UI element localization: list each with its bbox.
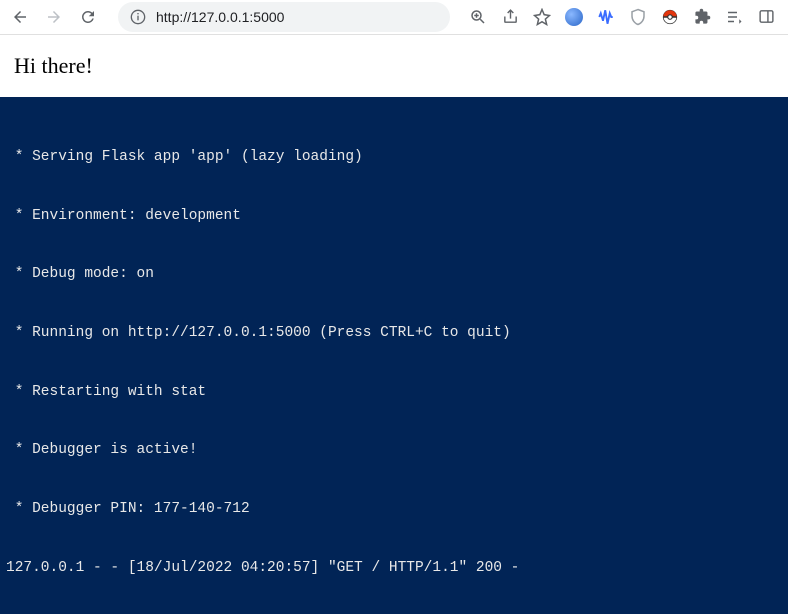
- terminal-line: * Running on http://127.0.0.1:5000 (Pres…: [6, 324, 782, 344]
- terminal-line: * Environment: development: [6, 207, 782, 227]
- extensions-puzzle-icon[interactable]: [692, 7, 712, 27]
- page-viewport: Hi there!: [0, 35, 788, 97]
- share-icon[interactable]: [500, 7, 520, 27]
- arrow-right-icon: [45, 8, 63, 26]
- reading-list-icon[interactable]: [724, 7, 744, 27]
- bookmark-star-icon[interactable]: [532, 7, 552, 27]
- terminal-line: * Debugger is active!: [6, 441, 782, 461]
- terminal-line: * Restarting with stat: [6, 383, 782, 403]
- extension-shield-icon[interactable]: [628, 7, 648, 27]
- extension-blue-circle-icon[interactable]: [564, 7, 584, 27]
- arrow-left-icon: [11, 8, 29, 26]
- terminal-line: * Debugger PIN: 177-140-712: [6, 500, 782, 520]
- reload-button[interactable]: [76, 5, 100, 29]
- extension-wave-icon[interactable]: [596, 7, 616, 27]
- reload-icon: [79, 8, 97, 26]
- side-panel-icon[interactable]: [756, 7, 776, 27]
- browser-toolbar: [0, 0, 788, 35]
- extension-pokeball-icon[interactable]: [660, 7, 680, 27]
- terminal-line: 127.0.0.1 - - [18/Jul/2022 04:20:57] "GE…: [6, 559, 782, 579]
- site-info-icon[interactable]: [130, 9, 146, 25]
- address-bar[interactable]: [118, 2, 450, 32]
- back-button[interactable]: [8, 5, 32, 29]
- page-body-text: Hi there!: [14, 53, 774, 79]
- terminal-output: * Serving Flask app 'app' (lazy loading)…: [0, 97, 788, 614]
- url-input[interactable]: [156, 9, 438, 25]
- terminal-line: * Debug mode: on: [6, 265, 782, 285]
- forward-button[interactable]: [42, 5, 66, 29]
- toolbar-right-icons: [468, 7, 780, 27]
- terminal-line: * Serving Flask app 'app' (lazy loading): [6, 148, 782, 168]
- zoom-icon[interactable]: [468, 7, 488, 27]
